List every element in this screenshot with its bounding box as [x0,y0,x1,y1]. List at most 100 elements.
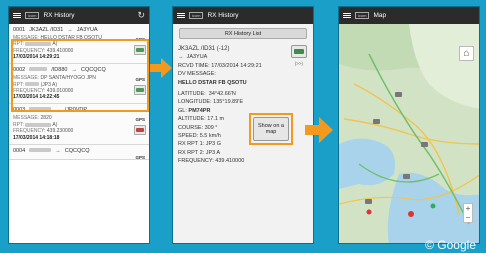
message-value: HELLO DSTAR FB QSOTU [40,35,102,41]
rcvd-value: 17/03/2014 14:29:21 [211,62,262,69]
arrow-right-icon [150,58,172,78]
menu-icon[interactable] [13,13,21,18]
item-date: 17/03/2014 14:18:18 [13,134,60,141]
message-label: MESSAGE: [13,35,40,41]
freq-value: 439.410000 [46,47,74,54]
gps-badge: GPS [135,154,145,160]
icom-logo: icom [189,12,204,19]
icom-logo: icom [25,12,40,19]
arrow-glyph: → [55,107,61,114]
show-on-map-button[interactable]: Show on a map [253,117,289,141]
rx-history-list-button[interactable]: RX History List [179,28,307,39]
car-icon [136,128,144,133]
list-item[interactable]: 0003 → /JP0VDP MESSAGE: 2820 RPT: A) FRE… [9,104,149,145]
item-dest: JA3YUA [76,27,98,33]
menu-icon[interactable] [343,13,351,18]
rpt1-label: RX RPT 1: [178,141,205,148]
item-date: 17/03/2014 14:22:45 [13,94,60,101]
car-button[interactable] [134,125,146,136]
message-value: DP SANTA/HYOGO JPN [40,75,96,82]
speed-value: 5.5 km/h [199,133,221,140]
lon-label: LONGITUDE: [178,99,212,106]
redacted-block [29,107,52,112]
app-bar: icom RX History ↻ [9,7,149,24]
message-label: MESSAGE: [13,115,40,122]
rpt2-value: JP3 A [205,149,221,156]
course-label: COURSE: [178,124,204,131]
car-label: (>>) [294,61,303,66]
rpt-label: RPT: [13,121,24,128]
redacted-block [29,67,48,72]
gl-value: PM74PR [188,107,211,114]
google-credit: © Google [425,238,476,252]
gps-badge: GPS [135,37,145,42]
item-number: 0003 [13,107,26,114]
alt-label: ALTITUDE: [178,116,206,123]
rpt2-label: RX RPT 2: [178,149,205,156]
alt-value: 17.1 m [207,116,225,123]
rpt-value: (JP3 A) [40,81,58,88]
gps-badge: GPS [135,77,145,83]
car-icon [294,49,304,54]
arrow-right-icon [305,117,333,143]
redacted-block [25,42,52,47]
refresh-icon[interactable]: ↻ [137,10,145,21]
callsign: JK3AZL /ID31 (-12) [178,46,230,52]
item-number: 0004 [13,147,26,154]
item-date: 17/03/2014 14:29:21 [13,54,60,61]
list-item[interactable]: 0002 /ID880 → CQCQCQ MESSAGE: DP SANTA/H… [9,64,149,105]
course-value: 309 ° [204,124,218,131]
home-icon[interactable]: ⌂ [459,46,474,61]
list-item[interactable]: 0001 JK3AZL /ID31 → JA3YUA MESSAGE: HELL… [9,24,149,65]
menu-icon[interactable] [177,13,185,18]
rpt-value: A) [52,121,58,128]
dv-label: DV MESSAGE: [178,71,216,78]
rpt1-value: JP3 G [205,141,222,148]
zoom-control[interactable]: + − [463,203,473,223]
zoom-out-button[interactable]: − [466,213,471,222]
gps-badge: GPS [135,117,145,123]
rpt-value: A) [52,41,58,48]
icom-logo: icom [355,12,370,19]
rpt-label: RPT: [13,41,24,48]
lon-value: 135°19.89'E [213,99,244,106]
screen-title: RX History [207,12,239,19]
lat-value: 34°42.66'N [208,91,236,98]
item-number: 0001 [13,27,26,33]
item-dest: CQCQCQ [64,147,90,154]
item-number: 0002 [13,67,26,74]
message-label: MESSAGE: [13,75,40,82]
freq-value: 439.230000 [46,128,74,135]
list-item[interactable]: 0004 → CQCQCQ GPS [9,144,149,160]
detail-panel: JK3AZL /ID31 (-12) → JA3YUA (>>) RCVD TI… [173,43,313,168]
rx-history-screen: icom RX History ↻ 0001 JK3AZL /ID31 → JA… [8,6,150,244]
screen-title: RX History [43,12,75,19]
dv-message: HELLO DSTAR FB QSOTU [178,79,247,86]
car-button[interactable] [134,85,146,96]
car-button[interactable] [134,45,146,55]
rx-history-detail-screen: icom RX History RX History List JK3AZL /… [172,6,314,244]
screen-title: Map [373,12,387,19]
zoom-in-button[interactable]: + [466,204,471,213]
car-button[interactable] [291,45,307,58]
redacted-block [29,147,52,152]
lat-label: LATITUDE: [178,91,206,98]
destination: JA3YUA [186,54,208,61]
app-bar: icom Map [339,7,479,24]
message-value: 2820 [40,115,52,122]
arrow-glyph: → [71,67,77,74]
car-icon [136,48,144,52]
map-view[interactable]: ⌂ + − [339,24,479,243]
rcvd-label: RCVD TIME: [178,62,210,69]
redacted-block [25,122,52,127]
arrow-glyph: → [55,147,61,154]
rpt-label: RPT: [13,81,24,88]
app-bar: icom RX History [173,7,313,24]
freq-label: FREQUENCY: [178,158,214,165]
item-dest: CQCQCQ [80,67,106,74]
car-icon [136,88,144,93]
speed-label: SPEED: [178,133,199,140]
arrow-glyph: → [178,54,184,61]
freq-value: 439.010000 [46,88,74,95]
freq-label: FREQUENCY: [13,47,46,54]
